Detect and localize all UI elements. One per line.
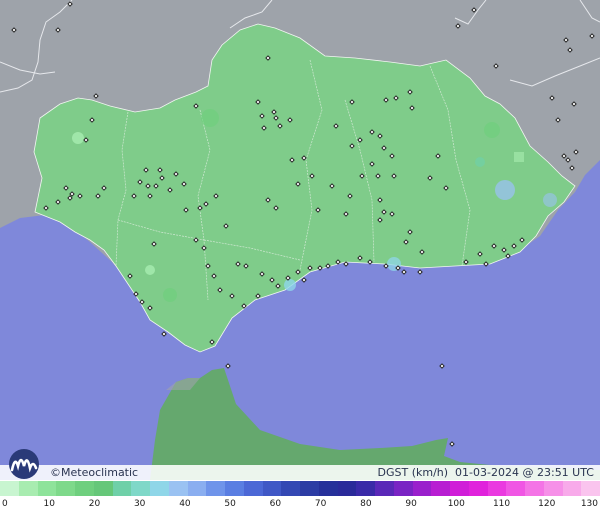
scale-swatch <box>93 481 113 496</box>
scale-swatch <box>168 481 188 496</box>
scale-swatch <box>0 481 19 496</box>
scale-swatch <box>262 481 282 496</box>
scale-swatch <box>562 481 582 496</box>
scale-swatch <box>225 481 244 496</box>
color-scale-bar <box>0 481 600 496</box>
map-app: ©Meteoclimatic DGST (km/h) 01-03-2024 @ … <box>0 0 600 517</box>
scale-swatch <box>581 481 600 496</box>
scale-swatch <box>18 481 38 496</box>
scale-tick-label: 60 <box>269 499 282 509</box>
scale-tick-label: 130 <box>580 499 598 509</box>
scale-tick-label: 90 <box>405 499 417 509</box>
scale-swatch <box>300 481 319 496</box>
copyright-symbol: © <box>50 466 61 479</box>
time-label: 23:51 UTC <box>536 466 594 479</box>
scale-swatch <box>337 481 357 496</box>
scale-swatch <box>356 481 375 496</box>
date-label: 01-03-2024 <box>455 466 519 479</box>
scale-swatch <box>431 481 450 496</box>
scale-tick-label: 110 <box>492 499 511 509</box>
scale-tick-label: 120 <box>538 499 556 509</box>
scale-swatch <box>412 481 432 496</box>
scale-tick-label: 80 <box>360 499 372 509</box>
wind-gust-map[interactable] <box>0 0 600 480</box>
scale-swatch <box>131 481 150 496</box>
scale-swatch <box>487 481 507 496</box>
scale-swatch <box>506 481 525 496</box>
at-symbol: @ <box>522 466 534 479</box>
scale-swatch <box>543 481 563 496</box>
meteoclimatic-logo-icon <box>9 449 39 479</box>
scale-swatch <box>112 481 132 496</box>
brand-name: Meteoclimatic <box>61 466 139 479</box>
variable-label: DGST (km/h) <box>377 466 449 479</box>
scale-swatch <box>243 481 263 496</box>
scale-tick-label: 30 <box>133 499 146 509</box>
scale-swatch <box>318 481 338 496</box>
scale-swatch <box>468 481 488 496</box>
scale-swatch <box>187 481 207 496</box>
scale-swatch <box>450 481 469 496</box>
scale-swatch <box>75 481 94 496</box>
scale-swatch <box>150 481 169 496</box>
map-caption: DGST (km/h) 01-03-2024 @ 23:51 UTC <box>378 466 595 479</box>
color-scale-labels: 0 10 20 30 40 50 60 70 80 90 100 110 120 130 <box>0 496 600 517</box>
scale-tick-label: 20 <box>88 499 101 509</box>
scale-tick-label: 0 <box>2 499 8 509</box>
scale-tick-label: 100 <box>447 499 465 509</box>
scale-tick-label: 40 <box>179 499 191 509</box>
scale-swatch <box>375 481 394 496</box>
scale-tick-label: 10 <box>43 499 55 509</box>
scale-tick-label: 50 <box>224 499 236 509</box>
copyright-label: ©Meteoclimatic <box>50 466 138 479</box>
scale-swatch <box>37 481 57 496</box>
scale-swatch <box>281 481 300 496</box>
scale-swatch <box>56 481 75 496</box>
scale-swatch <box>525 481 544 496</box>
scale-swatch <box>206 481 225 496</box>
scale-swatch <box>393 481 413 496</box>
scale-tick-label: 70 <box>314 499 327 509</box>
